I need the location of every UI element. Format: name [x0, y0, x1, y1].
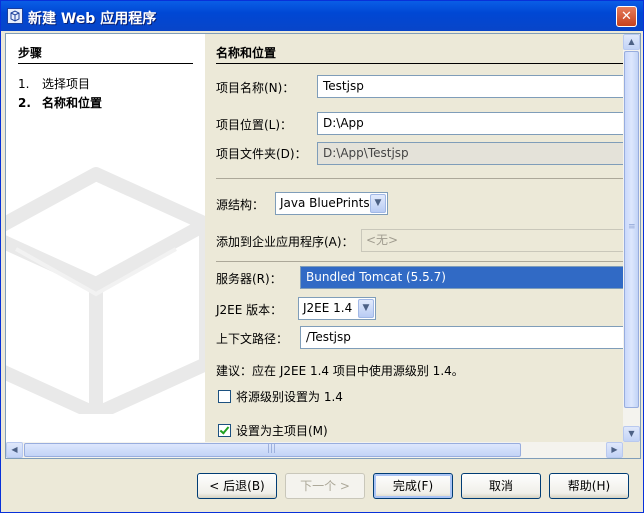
step-item-name-location: 2. 名称和位置 — [18, 94, 102, 111]
help-button[interactable]: 帮助(H) — [549, 473, 629, 499]
project-folder-field: D:\App\Testjsp — [317, 142, 623, 165]
steps-divider — [18, 63, 193, 64]
j2ee-version-value: J2EE 1.4 — [303, 301, 353, 315]
close-icon[interactable]: ✕ — [616, 6, 637, 27]
context-path-label: 上下文路径： — [216, 332, 289, 346]
steps-pane: 步骤 1. 选择项目 2. 名称和位置 — [6, 34, 205, 442]
wizard-body: 步骤 1. 选择项目 2. 名称和位置 名称和位置 项目名称(N)： Testjsp… — [5, 33, 641, 459]
chevron-down-icon[interactable]: ▼ — [370, 194, 386, 213]
horizontal-scrollbar[interactable]: ◀ ||| ▶ — [6, 442, 623, 458]
project-folder-label: 项目文件夹(D)： — [216, 147, 307, 161]
add-to-enterprise-value: <无> — [366, 233, 399, 247]
grip-icon: ≡ — [628, 222, 636, 232]
source-structure-label: 源结构： — [216, 198, 265, 212]
chevron-down-icon[interactable]: ▼ — [358, 299, 374, 318]
project-name-input[interactable]: Testjsp — [317, 75, 623, 98]
panel-divider — [216, 63, 623, 64]
next-button: 下一个 > — [285, 473, 365, 499]
scroll-up-icon[interactable]: ▲ — [623, 34, 640, 50]
horizontal-scroll-thumb[interactable]: ||| — [24, 443, 521, 457]
project-location-label: 项目位置(L)： — [216, 118, 293, 132]
project-name-label: 项目名称(N)： — [216, 81, 295, 95]
vertical-scrollbar[interactable]: ▲ ≡ ▼ — [623, 34, 640, 442]
step-label: 名称和位置 — [42, 96, 103, 110]
set-source-level-label: 将源级别设置为 1.4 — [236, 390, 343, 404]
context-path-input[interactable]: /Testjsp — [300, 326, 623, 349]
scroll-corner — [623, 442, 640, 458]
scroll-right-icon[interactable]: ▶ — [606, 442, 623, 458]
set-main-project-checkbox[interactable]: 设置为主项目(M) — [218, 422, 328, 439]
checkbox-checked-icon[interactable] — [218, 424, 231, 437]
set-main-project-label: 设置为主项目(M) — [236, 424, 328, 438]
step-number: 1. — [18, 77, 30, 91]
source-structure-value: Java BluePrints — [280, 196, 370, 210]
panel-heading: 名称和位置 — [216, 46, 277, 60]
back-button[interactable]: < 后退(B) — [197, 473, 277, 499]
add-to-enterprise-label: 添加到企业应用程序(A)： — [216, 235, 354, 249]
cube-watermark-icon — [6, 167, 205, 414]
set-source-level-checkbox[interactable]: 将源级别设置为 1.4 — [218, 388, 343, 405]
settings-panel: 名称和位置 项目名称(N)： Testjsp 项目位置(L)： D:\App 项… — [205, 34, 623, 442]
project-location-input[interactable]: D:\App — [317, 112, 623, 135]
scroll-left-icon[interactable]: ◀ — [6, 442, 23, 458]
window-title: 新建 Web 应用程序 — [28, 11, 157, 27]
title-bar[interactable]: 新建 Web 应用程序 ✕ — [1, 1, 643, 31]
scroll-down-icon[interactable]: ▼ — [623, 426, 640, 442]
checkbox-unchecked-icon[interactable] — [218, 390, 231, 403]
step-number: 2. — [18, 96, 31, 110]
section-separator — [216, 178, 623, 179]
suggestion-text: 建议：应在 J2EE 1.4 项目中使用源级别 1.4。 — [216, 364, 464, 378]
server-select[interactable]: Bundled Tomcat (5.5.7) — [300, 266, 623, 289]
grip-icon: ||| — [267, 444, 277, 454]
step-label: 选择项目 — [42, 77, 91, 91]
server-label: 服务器(R)： — [216, 272, 282, 286]
dialog-window: 新建 Web 应用程序 ✕ 步骤 1. 选择项目 2. 名称和位置 名称和位置 … — [0, 0, 644, 513]
j2ee-version-label: J2EE 版本： — [216, 303, 283, 317]
finish-button[interactable]: 完成(F) — [373, 473, 453, 499]
cancel-button[interactable]: 取消 — [461, 473, 541, 499]
j2ee-version-select[interactable]: J2EE 1.4 ▼ — [298, 297, 376, 320]
section-separator — [216, 261, 623, 262]
steps-heading: 步骤 — [18, 46, 43, 60]
source-structure-select[interactable]: Java BluePrints ▼ — [275, 192, 388, 215]
step-item-choose-project: 1. 选择项目 — [18, 75, 90, 92]
add-to-enterprise-select: <无> — [361, 229, 623, 252]
vertical-scroll-thumb[interactable]: ≡ — [624, 51, 639, 408]
app-icon — [7, 8, 23, 24]
